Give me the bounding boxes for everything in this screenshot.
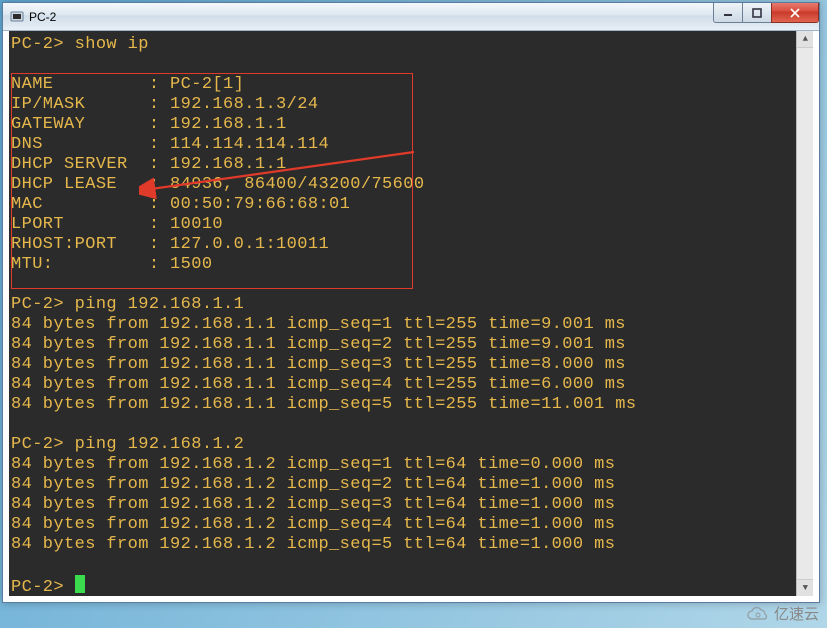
info-row: DHCP SERVER : 192.168.1.1 <box>11 155 811 175</box>
prompt: PC-2> <box>11 295 64 314</box>
titlebar[interactable]: PC-2 <box>3 3 819 31</box>
minimize-button[interactable] <box>713 3 743 23</box>
terminal-content: PC-2> show ip NAME : PC-2[1]IP/MASK : 19… <box>9 31 813 596</box>
window-title: PC-2 <box>29 10 56 24</box>
watermark: 亿速云 <box>744 603 819 624</box>
prompt: PC-2> <box>11 435 64 454</box>
info-row: IP/MASK : 192.168.1.3/24 <box>11 95 811 115</box>
ping-line: 84 bytes from 192.168.1.2 icmp_seq=1 ttl… <box>11 455 811 475</box>
prompt: PC-2> <box>11 578 64 596</box>
prompt: PC-2> <box>11 35 64 54</box>
info-row: MTU: : 1500 <box>11 255 811 275</box>
info-row: GATEWAY : 192.168.1.1 <box>11 115 811 135</box>
info-row: NAME : PC-2[1] <box>11 75 811 95</box>
command: show ip <box>75 35 149 54</box>
ping-line: 84 bytes from 192.168.1.1 icmp_seq=2 ttl… <box>11 335 811 355</box>
ping-line: 84 bytes from 192.168.1.2 icmp_seq=5 ttl… <box>11 535 811 555</box>
info-row: RHOST:PORT : 127.0.0.1:10011 <box>11 235 811 255</box>
cursor <box>75 575 85 593</box>
scroll-up-icon[interactable]: ▲ <box>797 31 813 48</box>
info-row: DHCP LEASE : 84936, 86400/43200/75600 <box>11 175 811 195</box>
ping-line: 84 bytes from 192.168.1.1 icmp_seq=1 ttl… <box>11 315 811 335</box>
ip-info-block: NAME : PC-2[1]IP/MASK : 192.168.1.3/24GA… <box>11 75 811 275</box>
close-button[interactable] <box>771 3 819 23</box>
ping-line: 84 bytes from 192.168.1.2 icmp_seq=4 ttl… <box>11 515 811 535</box>
window-controls <box>714 3 819 23</box>
ping-line: 84 bytes from 192.168.1.2 icmp_seq=2 ttl… <box>11 475 811 495</box>
info-row: DNS : 114.114.114.114 <box>11 135 811 155</box>
ping-output-1: 84 bytes from 192.168.1.1 icmp_seq=1 ttl… <box>11 315 811 415</box>
app-icon <box>9 9 25 25</box>
app-window: PC-2 PC-2> show ip NAME : PC-2[1]IP/MASK… <box>2 2 820 603</box>
terminal[interactable]: PC-2> show ip NAME : PC-2[1]IP/MASK : 19… <box>9 31 813 596</box>
ping-output-2: 84 bytes from 192.168.1.2 icmp_seq=1 ttl… <box>11 455 811 555</box>
maximize-button[interactable] <box>742 3 772 23</box>
ping-line: 84 bytes from 192.168.1.1 icmp_seq=4 ttl… <box>11 375 811 395</box>
ping-line: 84 bytes from 192.168.1.2 icmp_seq=3 ttl… <box>11 495 811 515</box>
info-row: LPORT : 10010 <box>11 215 811 235</box>
ping-line: 84 bytes from 192.168.1.1 icmp_seq=3 ttl… <box>11 355 811 375</box>
info-row: MAC : 00:50:79:66:68:01 <box>11 195 811 215</box>
command: ping 192.168.1.2 <box>75 435 245 454</box>
scrollbar[interactable]: ▲ ▼ <box>796 31 813 596</box>
watermark-text: 亿速云 <box>774 603 819 624</box>
cloud-icon <box>744 605 772 623</box>
command: ping 192.168.1.1 <box>75 295 245 314</box>
ping-line: 84 bytes from 192.168.1.1 icmp_seq=5 ttl… <box>11 395 811 415</box>
scroll-down-icon[interactable]: ▼ <box>797 579 813 596</box>
